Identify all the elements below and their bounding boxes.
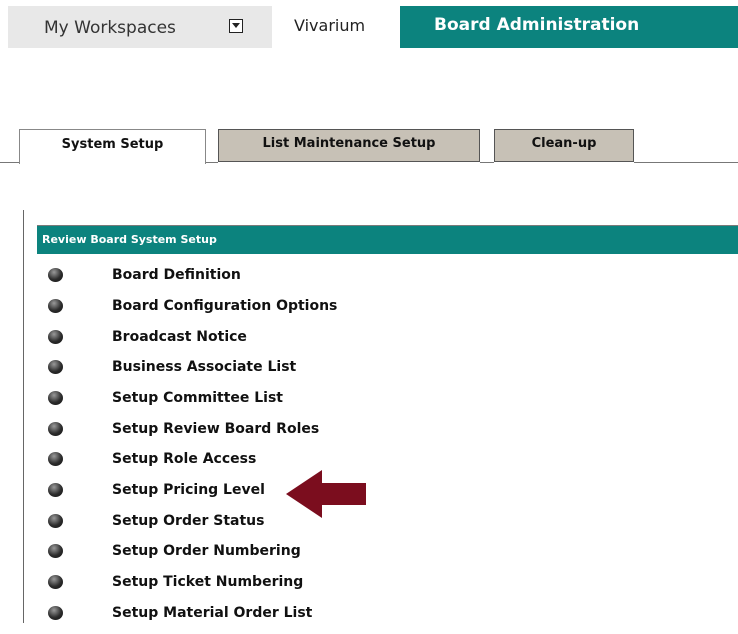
item-label[interactable]: Board Definition — [112, 267, 241, 283]
item-label[interactable]: Setup Order Status — [112, 513, 264, 529]
item-label[interactable]: Setup Committee List — [112, 390, 283, 406]
item-label[interactable]: Setup Role Access — [112, 451, 256, 467]
item-label[interactable]: Setup Order Numbering — [112, 543, 301, 559]
item-label[interactable]: Business Associate List — [112, 359, 296, 375]
item-label[interactable]: Setup Material Order List — [112, 605, 312, 621]
bullet-icon — [48, 330, 63, 344]
list-item-board-definition[interactable]: Board Definition — [37, 266, 537, 296]
list-item-setup-review-board-roles[interactable]: Setup Review Board Roles — [37, 420, 537, 450]
tab-list-maintenance-setup[interactable]: List Maintenance Setup — [218, 129, 480, 162]
board-administration-label: Board Administration — [434, 15, 640, 35]
bullet-icon — [48, 422, 63, 436]
list-item-setup-ticket-numbering[interactable]: Setup Ticket Numbering — [37, 573, 537, 603]
list-item-board-configuration-options[interactable]: Board Configuration Options — [37, 297, 537, 327]
tab-divider — [206, 162, 218, 163]
item-label[interactable]: Board Configuration Options — [112, 298, 337, 314]
list-item-broadcast-notice[interactable]: Broadcast Notice — [37, 328, 537, 358]
bullet-icon — [48, 268, 63, 282]
item-label[interactable]: Setup Ticket Numbering — [112, 574, 303, 590]
setup-menu-list: Board Definition Board Configuration Opt… — [37, 254, 738, 623]
tab-divider — [480, 162, 494, 163]
vivarium-link[interactable]: Vivarium — [294, 16, 365, 35]
item-label[interactable]: Setup Pricing Level — [112, 482, 265, 498]
dropdown-icon[interactable] — [229, 19, 243, 33]
panel-left-border — [23, 210, 24, 623]
tab-divider — [634, 162, 738, 163]
bullet-icon — [48, 544, 63, 558]
tab-system-setup[interactable]: System Setup — [19, 129, 206, 164]
bullet-icon — [48, 606, 63, 620]
bullet-icon — [48, 514, 63, 528]
tab-clean-up[interactable]: Clean-up — [494, 129, 634, 162]
list-item-setup-material-order-list[interactable]: Setup Material Order List — [37, 604, 537, 634]
bullet-icon — [48, 299, 63, 313]
tab-divider — [0, 162, 19, 163]
bullet-icon — [48, 483, 63, 497]
top-navigation: My Workspaces Vivarium Board Administrat… — [0, 0, 738, 48]
my-workspaces-tab[interactable]: My Workspaces — [8, 6, 272, 48]
my-workspaces-label: My Workspaces — [44, 18, 176, 38]
panel-title: Review Board System Setup — [42, 233, 217, 246]
pointer-arrow-icon — [286, 470, 366, 518]
item-label[interactable]: Broadcast Notice — [112, 329, 247, 345]
bullet-icon — [48, 360, 63, 374]
list-item-setup-order-numbering[interactable]: Setup Order Numbering — [37, 542, 537, 572]
list-item-setup-committee-list[interactable]: Setup Committee List — [37, 389, 537, 419]
panel-header: Review Board System Setup — [37, 225, 738, 254]
item-label[interactable]: Setup Review Board Roles — [112, 421, 319, 437]
bullet-icon — [48, 452, 63, 466]
list-item-business-associate-list[interactable]: Business Associate List — [37, 358, 537, 388]
bullet-icon — [48, 391, 63, 405]
bullet-icon — [48, 575, 63, 589]
board-administration-tab[interactable]: Board Administration — [400, 6, 738, 48]
